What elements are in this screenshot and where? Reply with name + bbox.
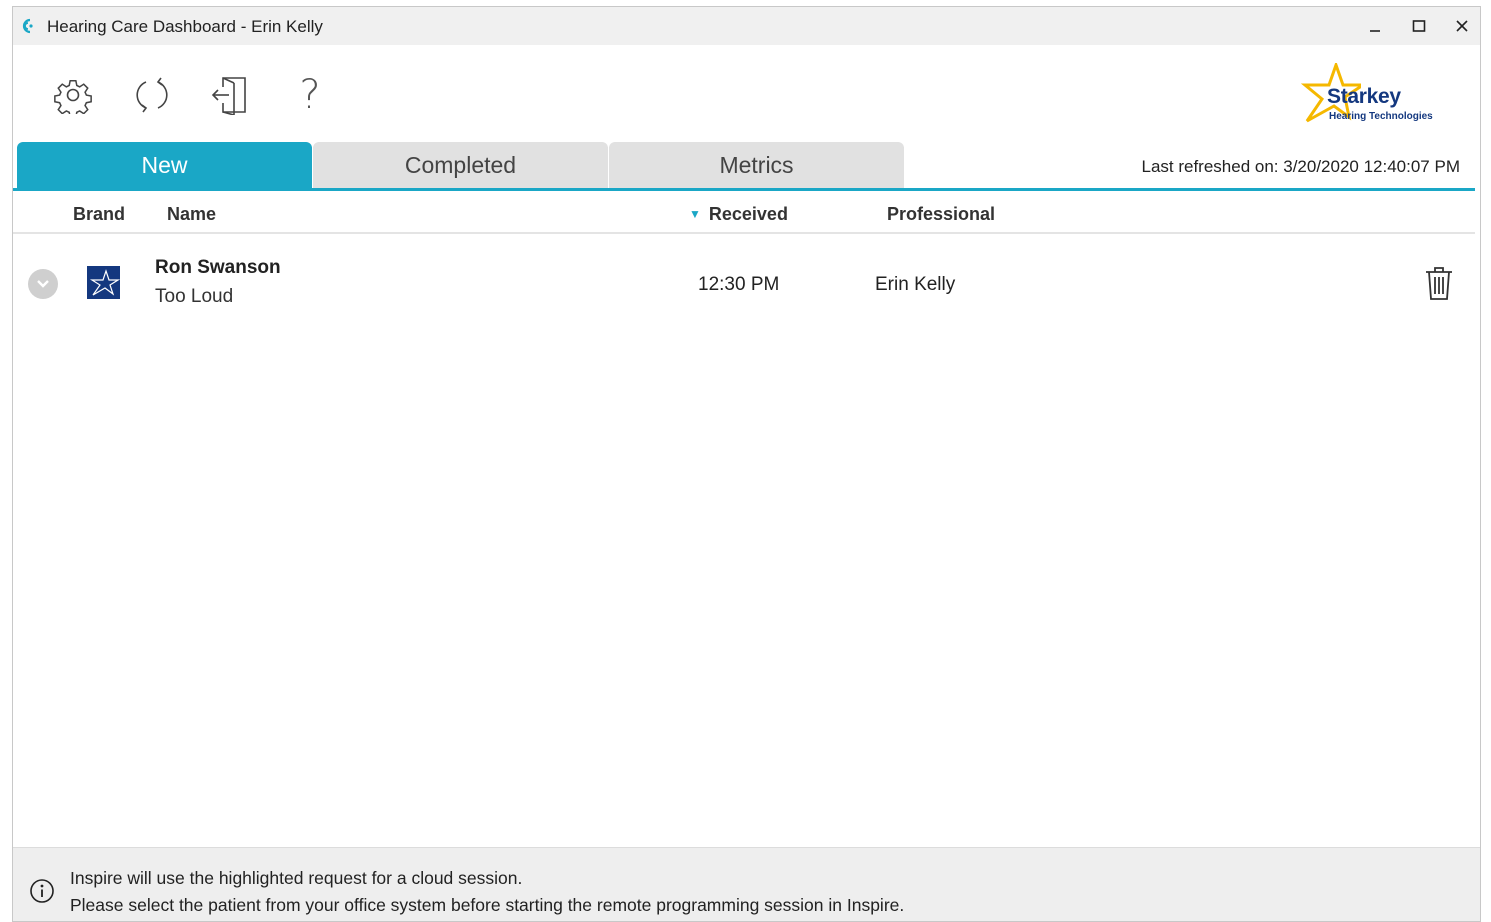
refresh-icon [136,77,168,113]
tab-metrics[interactable]: Metrics [609,142,904,189]
logo-subtitle: Hearing Technologies [1329,111,1433,122]
tab-new[interactable]: New [17,142,312,189]
received-time: 12:30 PM [698,274,780,295]
info-message-line-2: Please select the patient from your offi… [70,895,905,915]
professional-name: Erin Kelly [875,274,956,295]
window-title: Hearing Care Dashboard - Erin Kelly [47,17,323,36]
starkey-star-icon [87,266,120,299]
minimize-icon [1370,30,1380,32]
logo-name: Starkey [1327,85,1401,108]
expand-button[interactable] [28,269,58,299]
column-header-received[interactable]: ▼ Received [689,204,788,225]
info-footer: Inspire will use the highlighted request… [13,847,1480,921]
info-icon [30,879,54,903]
close-icon [1456,20,1468,32]
last-refreshed-text: Last refreshed on: 3/20/2020 12:40:07 PM [1141,157,1460,176]
header-divider [13,232,1475,234]
column-header-received-label: Received [708,204,788,224]
tab-underline [13,188,1475,191]
starkey-logo: Starkey Hearing Technologies [1301,63,1451,125]
exit-button[interactable] [208,73,252,117]
column-header-name[interactable]: Name [167,204,216,225]
sort-descending-icon: ▼ [689,207,701,221]
exit-door-icon [211,77,246,115]
tab-completed[interactable]: Completed [313,142,608,189]
column-header-professional[interactable]: Professional [887,204,995,225]
app-window: Hearing Care Dashboard - Erin Kelly ? St… [12,6,1481,922]
patient-name: Ron Swanson [155,257,281,278]
maximize-button[interactable] [1397,7,1441,45]
column-header-brand[interactable]: Brand [73,204,125,225]
app-ear-icon [22,18,33,34]
maximize-icon [1412,20,1426,32]
chevron-down-icon [37,280,49,288]
trash-icon[interactable] [1423,265,1455,301]
close-button[interactable] [1440,7,1480,45]
title-bar: Hearing Care Dashboard - Erin Kelly [13,7,1480,45]
patient-issue: Too Loud [155,286,234,307]
minimize-button[interactable] [1353,7,1397,45]
info-message-line-1: Inspire will use the highlighted request… [70,868,523,888]
table-row[interactable]: Ron Swanson Too Loud 12:30 PM Erin Kelly [13,243,1475,313]
settings-button[interactable] [51,73,95,117]
help-button[interactable]: ? [288,72,332,118]
refresh-button[interactable] [130,73,174,117]
gear-icon [54,79,92,114]
